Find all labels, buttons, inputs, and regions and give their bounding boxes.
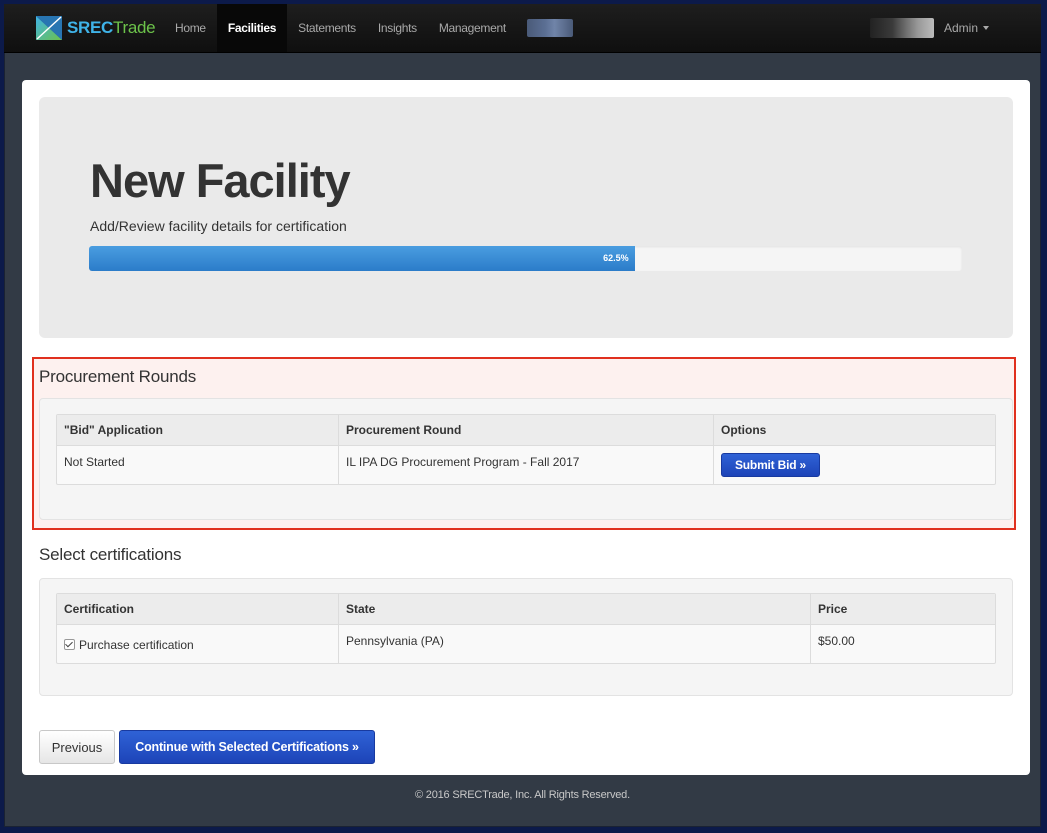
- page-title: New Facility: [90, 154, 351, 207]
- table-row: Purchase certification Pennsylvania (PA)…: [57, 625, 995, 663]
- purchase-certification-checkbox[interactable]: [64, 639, 75, 650]
- nav-item-management[interactable]: Management: [428, 4, 517, 52]
- page-header-jumbotron: New Facility Add/Review facility details…: [39, 97, 1013, 338]
- procurement-table: "Bid" Application Procurement Round Opti…: [56, 414, 996, 485]
- progress-track: 62.5%: [89, 246, 962, 271]
- previous-button[interactable]: Previous: [39, 730, 115, 764]
- table-row: Not Started IL IPA DG Procurement Progra…: [57, 446, 995, 484]
- brand-name-trade: Trade: [113, 18, 156, 37]
- app-window: SRECTrade Home Facilities Statements Ins…: [4, 4, 1041, 827]
- main-nav: Home Facilities Statements Insights Mana…: [164, 4, 573, 52]
- cell-certification-text: Purchase certification: [79, 638, 194, 652]
- brand-name-srec: SREC: [67, 18, 114, 37]
- redacted-user-name: [870, 18, 934, 38]
- main-content-panel: New Facility Add/Review facility details…: [22, 80, 1030, 775]
- top-navbar: SRECTrade Home Facilities Statements Ins…: [4, 4, 1041, 53]
- progress-label: 62.5%: [603, 253, 629, 263]
- caret-down-icon: [983, 26, 990, 30]
- certifications-table: Certification State Price Purchase certi…: [56, 593, 996, 664]
- progress-bar: 62.5%: [89, 246, 635, 271]
- user-menu-label: Admin: [944, 21, 979, 35]
- cell-price: $50.00: [810, 625, 995, 663]
- header-price: Price: [810, 594, 995, 624]
- certifications-section-title: Select certifications: [39, 545, 182, 564]
- page-footer: © 2016 SRECTrade, Inc. All Rights Reserv…: [415, 789, 630, 801]
- brand-name: SRECTrade: [67, 18, 156, 38]
- cell-options: Submit Bid »: [713, 446, 995, 484]
- brand-logo-icon: [35, 14, 63, 42]
- purchase-certification-checkbox-label[interactable]: Purchase certification: [64, 638, 194, 652]
- continue-selected-certifications-button[interactable]: Continue with Selected Certifications »: [119, 730, 375, 764]
- cell-procurement-round: IL IPA DG Procurement Program - Fall 201…: [338, 446, 713, 484]
- nav-item-insights[interactable]: Insights: [367, 4, 428, 52]
- nav-item-facilities[interactable]: Facilities: [216, 4, 288, 52]
- header-bid-application: "Bid" Application: [64, 423, 163, 437]
- header-certification: Certification: [64, 602, 135, 616]
- page-subtitle: Add/Review facility details for certific…: [90, 218, 347, 234]
- brand-logo[interactable]: SRECTrade: [35, 13, 156, 43]
- header-options: Options: [713, 415, 995, 445]
- cell-certification: Purchase certification: [57, 625, 338, 663]
- procurement-table-header: "Bid" Application Procurement Round Opti…: [57, 415, 995, 446]
- nav-item-statements[interactable]: Statements: [287, 4, 367, 52]
- cell-bid-application: Not Started: [64, 455, 125, 469]
- header-state: State: [338, 594, 810, 624]
- nav-item-home[interactable]: Home: [164, 4, 217, 52]
- header-procurement-round: Procurement Round: [338, 415, 713, 445]
- submit-bid-button[interactable]: Submit Bid »: [721, 453, 820, 477]
- cell-state: Pennsylvania (PA): [338, 625, 810, 663]
- procurement-section-title: Procurement Rounds: [39, 367, 197, 386]
- certifications-table-header: Certification State Price: [57, 594, 995, 625]
- user-menu-toggle[interactable]: Admin: [944, 18, 990, 38]
- redacted-nav-item[interactable]: [526, 19, 573, 37]
